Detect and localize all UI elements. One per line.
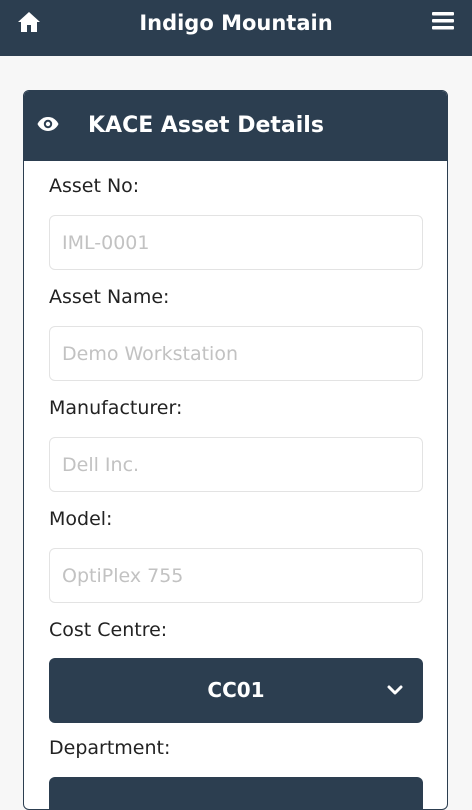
asset-no-label: Asset No: <box>49 175 140 197</box>
model-input[interactable] <box>49 548 423 603</box>
manufacturer-label: Manufacturer: <box>49 397 183 419</box>
model-label: Model: <box>49 508 113 530</box>
asset-name-input[interactable] <box>49 326 423 381</box>
hamburger-menu-icon <box>432 12 454 30</box>
department-label: Department: <box>49 737 171 759</box>
app-title: Indigo Mountain <box>139 11 333 35</box>
chevron-down-icon <box>387 685 403 695</box>
menu-button[interactable] <box>431 10 455 32</box>
card-title: KACE Asset Details <box>88 113 324 138</box>
app-header: Indigo Mountain <box>0 0 472 56</box>
cost-centre-value: CC01 <box>207 678 265 702</box>
eye-icon <box>37 117 59 131</box>
cost-centre-select[interactable]: CC01 <box>49 658 423 723</box>
asset-no-input[interactable] <box>49 215 423 270</box>
card-header: KACE Asset Details <box>24 91 447 161</box>
manufacturer-input[interactable] <box>49 437 423 492</box>
asset-details-card: KACE Asset Details Asset No: Asset Name:… <box>23 90 448 810</box>
cost-centre-label: Cost Centre: <box>49 619 168 641</box>
department-select[interactable] <box>49 777 423 809</box>
asset-name-label: Asset Name: <box>49 286 170 308</box>
